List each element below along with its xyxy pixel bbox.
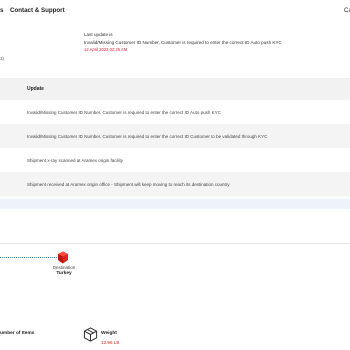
table-row: Shipment received at Aramex origin offic… <box>0 172 350 196</box>
nav-item-cut[interactable]: Ca <box>344 7 350 14</box>
table-row: Shipment x-ray scanned at Aramex origin … <box>0 148 350 172</box>
last-update-title: Last update is <box>84 32 113 37</box>
location-pin-icon <box>58 251 68 264</box>
table-cell-update: Invalid/Missing Customer ID Number, Cust… <box>27 109 221 115</box>
table-row: Invalid/Missing Customer ID Number, Cust… <box>0 100 350 124</box>
table-cell-update: Shipment received at Aramex origin offic… <box>27 181 230 187</box>
table-cell-update: Shipment x-ray scanned at Aramex origin … <box>27 157 124 163</box>
number-of-items-label: umber of Items <box>0 331 35 336</box>
route-track-line <box>0 257 57 258</box>
table-header: Update <box>0 78 350 100</box>
table-row: Invalid/Missing Customer ID Number, Cust… <box>0 124 350 148</box>
last-update-panel: Last update is Invalid/Missing Customer … <box>84 31 304 54</box>
table-footer-band <box>0 199 350 209</box>
table-cell-update: Invalid/Missing Customer ID Number, Cust… <box>27 133 268 139</box>
section-divider <box>0 243 350 244</box>
destination-country: Turkey <box>56 271 72 276</box>
last-update-timestamp: 12 April 2023 02:25 AM <box>84 47 128 52</box>
nav-item-fragment[interactable]: s <box>0 7 3 14</box>
package-box-icon <box>83 327 98 342</box>
column-header-update: Update <box>27 86 44 92</box>
left-fragment-text: 1) <box>0 56 5 61</box>
weight-value: 12.96 LB <box>101 340 120 345</box>
weight-label: Weight <box>101 331 117 336</box>
nav-contact-support[interactable]: Contact & Support <box>10 7 65 14</box>
updates-table: Update Invalid/Missing Customer ID Numbe… <box>0 78 350 196</box>
destination-label: Destination <box>52 265 76 270</box>
top-nav: s Contact & Support Ca <box>0 7 350 19</box>
